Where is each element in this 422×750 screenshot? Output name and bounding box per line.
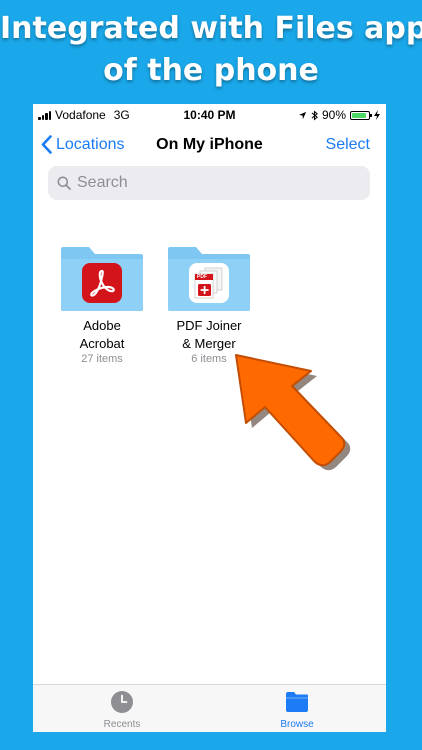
- folder-icon: PDF: [166, 245, 252, 313]
- battery-percent: 90%: [321, 108, 346, 122]
- search-icon: [57, 176, 71, 190]
- folder-item-count: 27 items: [81, 353, 123, 365]
- tab-browse[interactable]: Browse: [237, 690, 357, 730]
- tab-recents-label: Recents: [103, 719, 141, 730]
- status-bar: Vodafone 3G 10:40 PM 90%: [33, 104, 386, 126]
- search-field[interactable]: [48, 166, 370, 200]
- headline-line-1: Integrated with Files app: [0, 11, 422, 46]
- tab-browse-label: Browse: [280, 719, 314, 730]
- tab-bar: Recents Browse: [33, 684, 386, 732]
- location-icon: [298, 111, 307, 119]
- tab-recents[interactable]: Recents: [62, 690, 182, 730]
- search-input[interactable]: [77, 174, 337, 192]
- charging-icon: [374, 110, 380, 120]
- clock-icon: [111, 691, 133, 713]
- folder-name-line-1: Adobe: [83, 318, 121, 333]
- folder-name-line-1: PDF Joiner: [176, 318, 242, 333]
- battery-icon: [350, 110, 372, 120]
- status-right: 90%: [298, 108, 380, 122]
- arrow-pointer-icon: [235, 354, 351, 471]
- folder-icon: [286, 692, 308, 712]
- bluetooth-icon: [311, 109, 318, 121]
- folder-icon: [59, 245, 145, 313]
- pdf-joiner-icon: PDF: [189, 263, 229, 303]
- promo-headline: Integrated with Files app of the phone: [0, 8, 422, 92]
- select-button[interactable]: Select: [326, 136, 370, 154]
- folder-adobe-acrobat[interactable]: Adobe Acrobat 27 items: [47, 245, 157, 366]
- navigation-bar: Locations On My iPhone Select: [33, 126, 386, 164]
- pdf-badge-text: PDF: [197, 274, 207, 280]
- folder-name-line-2: Acrobat: [79, 336, 125, 351]
- headline-line-2: of the phone: [103, 53, 319, 88]
- adobe-acrobat-icon: [82, 263, 122, 303]
